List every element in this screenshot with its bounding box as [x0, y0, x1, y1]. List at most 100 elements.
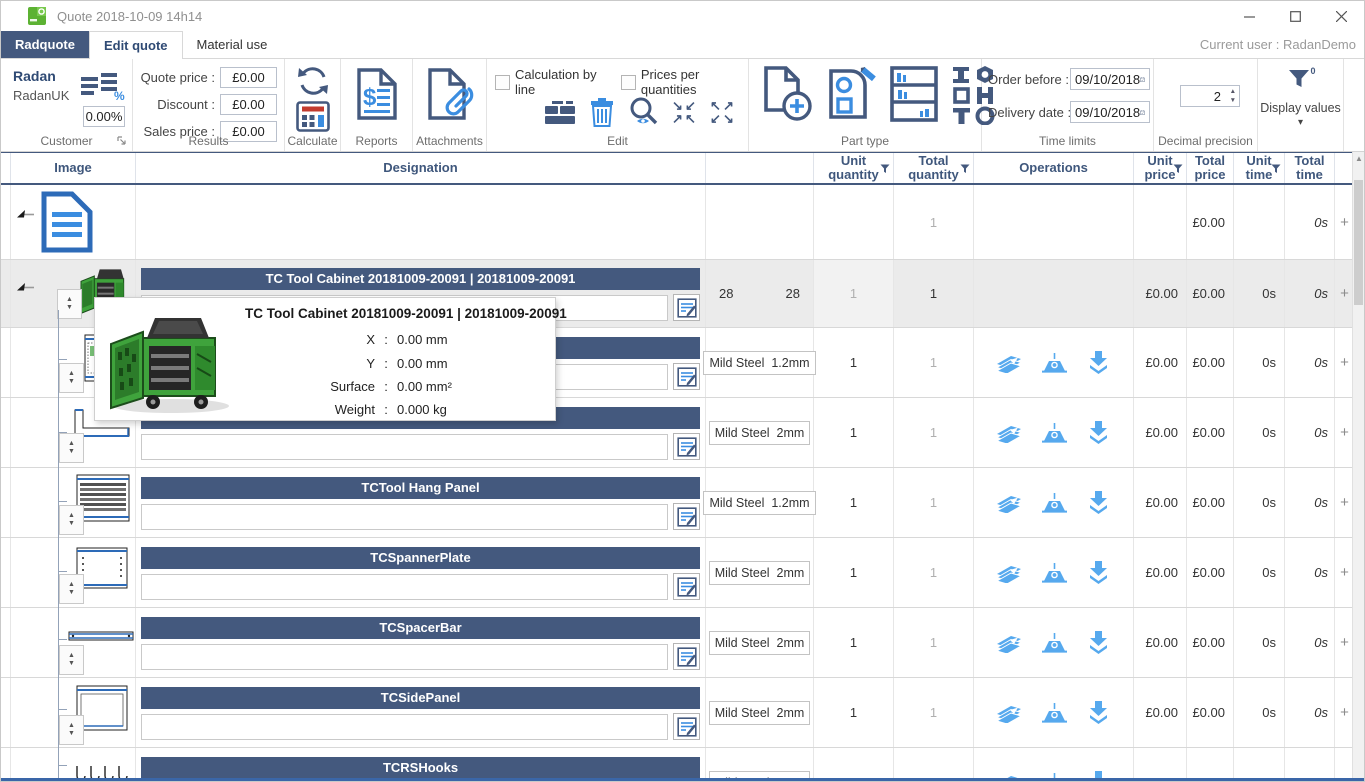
edit-part-icon[interactable] — [825, 65, 877, 123]
operation-unload-icon[interactable] — [1086, 490, 1111, 515]
operation-cut-icon[interactable] — [996, 422, 1023, 443]
comment-input[interactable] — [141, 574, 668, 600]
stepper-up-icon[interactable]: ▲ — [68, 722, 75, 730]
operation-unload-icon[interactable] — [1086, 420, 1111, 445]
operation-cut-icon[interactable] — [996, 702, 1023, 723]
material-cell[interactable]: Mild Steel 2mm — [706, 678, 814, 747]
unit-quantity-cell[interactable] — [814, 185, 894, 259]
order-before-input[interactable]: 09/10/2018 — [1070, 68, 1150, 90]
stepper-down-icon[interactable]: ▼ — [68, 730, 75, 738]
unit-quantity-cell[interactable]: 1 — [814, 398, 894, 467]
operation-unload-icon[interactable] — [1086, 350, 1111, 375]
table-row-quote-root[interactable]: 1 £0.00 0s + — [1, 185, 1354, 260]
spinner-down-icon[interactable]: ▼ — [1230, 96, 1236, 105]
display-values-button[interactable]: 0 Display values ▾ — [1258, 59, 1344, 151]
stepper-up-icon[interactable]: ▲ — [66, 296, 73, 304]
header-unit-quantity[interactable]: Unit quantity — [814, 153, 894, 183]
stepper-up-icon[interactable]: ▲ — [68, 652, 75, 660]
filter-icon[interactable] — [880, 164, 890, 174]
table-row-part[interactable]: ▲ ▼ TCSpannerPlate — [1, 538, 1354, 608]
material-chip[interactable]: Mild Steel 2mm — [709, 561, 811, 585]
operation-bend-icon[interactable] — [1041, 632, 1068, 654]
operation-unload-icon[interactable] — [1086, 560, 1111, 585]
maximize-button[interactable] — [1272, 1, 1318, 31]
operation-bend-icon[interactable] — [1041, 352, 1068, 374]
operation-cut-icon[interactable] — [996, 562, 1023, 583]
header-operations[interactable]: Operations — [974, 153, 1134, 183]
stepper-down-icon[interactable]: ▼ — [68, 589, 75, 597]
calendar-icon[interactable] — [1140, 73, 1145, 86]
stepper-up-icon[interactable]: ▲ — [68, 440, 75, 448]
vertical-scrollbar[interactable]: ▲ — [1352, 152, 1364, 782]
operation-unload-icon[interactable] — [1086, 630, 1111, 655]
stepper-up-icon[interactable]: ▲ — [68, 581, 75, 589]
quantity-stepper[interactable]: ▲ ▼ — [59, 574, 84, 604]
notes-button[interactable] — [673, 433, 700, 460]
stepper-down-icon[interactable]: ▼ — [68, 660, 75, 668]
header-total-quantity[interactable]: Total quantity — [894, 153, 974, 183]
comment-input[interactable] — [141, 714, 668, 740]
quantity-stepper[interactable]: ▲ ▼ — [59, 363, 84, 393]
calculation-by-line-checkbox[interactable]: Calculation by line — [495, 67, 611, 97]
header-unit-time[interactable]: Unit time — [1234, 153, 1285, 183]
operation-cut-icon[interactable] — [996, 632, 1023, 653]
header-unit-price[interactable]: Unit price — [1134, 153, 1187, 183]
attachments-button[interactable]: Attachments — [413, 59, 487, 151]
material-chip[interactable]: Mild Steel 1.2mm — [703, 491, 815, 515]
operation-bend-icon[interactable] — [1041, 422, 1068, 444]
table-row-part[interactable]: ▲ ▼ TCRSHooks — [1, 748, 1354, 782]
material-cell[interactable]: Mild Steel 2mm — [706, 398, 814, 467]
header-total-time[interactable]: Total time — [1285, 153, 1335, 183]
scrollbar-up-icon[interactable]: ▲ — [1353, 154, 1365, 163]
unit-quantity-cell[interactable]: 1 — [814, 678, 894, 747]
header-material[interactable] — [706, 153, 814, 183]
calendar-icon[interactable] — [1140, 106, 1145, 119]
collapse-all-icon[interactable]: ↘ ↙ ↗ ↖ — [671, 99, 697, 125]
operation-cut-icon[interactable] — [996, 352, 1023, 373]
unit-quantity-cell[interactable]: 1 — [814, 328, 894, 397]
operation-bend-icon[interactable] — [1041, 492, 1068, 514]
part-name-bar[interactable]: TCSidePanel — [141, 687, 700, 709]
quantity-stepper[interactable]: ▲ ▼ — [59, 645, 84, 675]
material-chip[interactable]: Mild Steel 1.2mm — [703, 351, 815, 375]
quantity-stepper[interactable]: ▲ ▼ — [59, 505, 84, 535]
reports-button[interactable]: $ Reports — [341, 59, 413, 151]
notes-button[interactable] — [673, 363, 700, 390]
operation-cut-icon[interactable] — [996, 492, 1023, 513]
spinner-up-icon[interactable]: ▲ — [1230, 87, 1236, 96]
nesting-bricks-icon[interactable] — [543, 100, 577, 125]
material-cell[interactable]: Mild Steel 2mm — [706, 608, 814, 677]
minimize-button[interactable] — [1226, 1, 1272, 31]
comment-input[interactable] — [141, 644, 668, 670]
comment-input[interactable] — [141, 504, 668, 530]
calculate-button[interactable]: Calculate — [285, 59, 341, 151]
notes-button[interactable] — [673, 643, 700, 670]
unit-quantity-cell[interactable]: 1 — [814, 260, 894, 327]
collapse-row-icon[interactable] — [17, 282, 35, 293]
material-chip[interactable]: Mild Steel 2mm — [709, 701, 811, 725]
close-button[interactable] — [1318, 1, 1364, 31]
material-chip[interactable]: Mild Steel 2mm — [709, 631, 811, 655]
prices-per-quantities-checkbox[interactable]: Prices per quantities — [621, 67, 748, 97]
comment-input[interactable] — [141, 434, 668, 460]
operation-bend-icon[interactable] — [1041, 562, 1068, 584]
material-cell[interactable]: Mild Steel 1.2mm — [706, 468, 814, 537]
header-designation[interactable]: Designation — [136, 153, 706, 183]
notes-button[interactable] — [673, 573, 700, 600]
collapse-row-icon[interactable] — [17, 209, 35, 220]
stock-shelves-icon[interactable] — [889, 65, 939, 123]
material-cell[interactable]: Mild Steel 1.2mm — [706, 328, 814, 397]
unit-quantity-cell[interactable]: 1 — [814, 748, 894, 782]
quote-price-input[interactable]: £0.00 — [220, 67, 277, 88]
delivery-date-input[interactable]: 09/10/2018 — [1070, 101, 1150, 123]
unit-quantity-cell[interactable]: 1 — [814, 608, 894, 677]
notes-button[interactable] — [673, 713, 700, 740]
table-row-part[interactable]: ▲ ▼ TCSidePanel — [1, 678, 1354, 748]
delete-trash-icon[interactable] — [589, 97, 615, 127]
decimal-precision-spinner[interactable]: 2 ▲ ▼ — [1180, 85, 1240, 107]
stepper-down-icon[interactable]: ▼ — [68, 520, 75, 528]
assembly-name-bar[interactable]: TC Tool Cabinet 20181009-20091 | 2018100… — [141, 268, 700, 290]
stepper-down-icon[interactable]: ▼ — [66, 304, 73, 312]
customer-dialog-launcher-icon[interactable] — [117, 136, 126, 145]
part-name-bar[interactable]: TCSpacerBar — [141, 617, 700, 639]
